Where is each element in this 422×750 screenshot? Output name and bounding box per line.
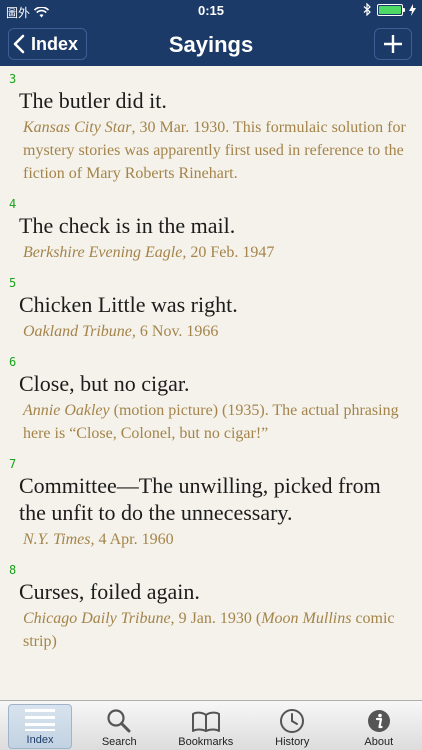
entry-number: 8 — [9, 563, 17, 577]
entry-title: The butler did it. — [19, 88, 167, 113]
status-time: 0:15 — [197, 3, 225, 18]
navigation-bar: Index Sayings — [0, 22, 422, 66]
bluetooth-icon — [363, 3, 371, 16]
entry-source: Annie Oakley (motion picture) (1935). Th… — [9, 399, 410, 451]
tab-index[interactable]: Index — [8, 704, 72, 749]
entry-number: 6 — [9, 355, 17, 369]
source-details: 4 Apr. 1960 — [94, 531, 174, 548]
list-item[interactable]: 7 Committee—The unwilling, picked from t… — [0, 451, 422, 557]
entry-source: Kansas City Star, 30 Mar. 1930. This for… — [9, 116, 410, 191]
tab-bookmarks[interactable]: Bookmarks — [163, 701, 250, 750]
tab-label: Search — [101, 736, 137, 748]
tab-search[interactable]: Search — [76, 701, 163, 750]
list-item[interactable]: 8 Curses, foiled again. Chicago Daily Tr… — [0, 557, 422, 659]
source-publication: Chicago Daily Tribune, — [23, 610, 175, 627]
tab-label: History — [275, 736, 310, 748]
entry-source: Chicago Daily Tribune, 9 Jan. 1930 (Moon… — [9, 607, 410, 659]
list-item[interactable]: 5 Chicken Little was right. Oakland Trib… — [0, 270, 422, 349]
source-publication-secondary: Moon Mullins — [261, 610, 352, 627]
entry-title: Close, but no cigar. — [19, 371, 190, 396]
source-details: 20 Feb. 1947 — [186, 244, 275, 261]
list-item[interactable]: 3 The butler did it. Kansas City Star, 3… — [0, 66, 422, 191]
search-icon — [107, 709, 131, 733]
list-icon — [25, 709, 55, 731]
entry-number: 5 — [9, 276, 17, 290]
info-icon — [367, 710, 390, 732]
source-publication: Kansas City Star — [23, 119, 132, 136]
tab-history[interactable]: History — [249, 701, 336, 750]
tab-label: Bookmarks — [178, 736, 234, 748]
entry-source: Oakland Tribune, 6 Nov. 1966 — [9, 320, 410, 349]
source-details: 9 Jan. 1930 ( — [174, 610, 262, 627]
entry-title: Chicken Little was right. — [19, 292, 238, 317]
tab-label: About — [364, 736, 394, 748]
entry-source: N.Y. Times, 4 Apr. 1960 — [9, 528, 410, 557]
entry-source: Berkshire Evening Eagle, 20 Feb. 1947 — [9, 241, 410, 270]
add-button[interactable] — [374, 28, 412, 60]
entry-number: 7 — [9, 457, 17, 471]
tab-bar: Index Search Bookmarks History About — [0, 700, 422, 750]
status-right — [363, 3, 416, 16]
entry-number: 4 — [9, 197, 17, 211]
tab-about[interactable]: About — [336, 701, 422, 750]
entry-number: 3 — [9, 72, 17, 86]
source-publication: Berkshire Evening Eagle, — [23, 244, 187, 261]
clock-icon — [280, 709, 305, 733]
list-item[interactable]: 4 The check is in the mail. Berkshire Ev… — [0, 191, 422, 270]
list-item[interactable]: 6 Close, but no cigar. Annie Oakley (mot… — [0, 349, 422, 451]
entry-title: Curses, foiled again. — [19, 579, 200, 604]
sayings-list[interactable]: 3 The butler did it. Kansas City Star, 3… — [0, 66, 422, 700]
plus-icon — [384, 35, 402, 53]
source-publication: Annie Oakley — [23, 402, 110, 419]
status-bar: 圖外 0:15 — [0, 0, 422, 22]
charging-icon — [409, 3, 416, 16]
tab-label: Index — [26, 734, 54, 746]
book-icon — [191, 711, 220, 732]
source-details: 6 Nov. 1966 — [135, 323, 219, 340]
source-publication: Oakland Tribune, — [23, 323, 136, 340]
page-title: Sayings — [168, 32, 254, 57]
entry-title: Committee—The unwilling, picked from the… — [19, 473, 381, 525]
source-publication: N.Y. Times, — [23, 531, 95, 548]
battery-icon — [377, 3, 405, 16]
entry-title: The check is in the mail. — [19, 213, 236, 238]
